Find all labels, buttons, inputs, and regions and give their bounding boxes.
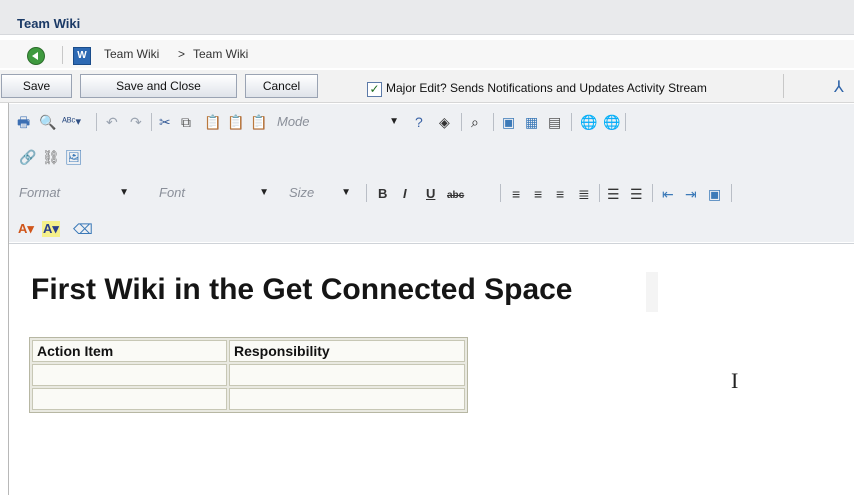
table-cell[interactable] — [32, 364, 227, 386]
find-icon[interactable]: ⌕ — [471, 114, 479, 130]
mode-select-label: Mode — [277, 114, 310, 129]
eraser-icon[interactable]: ⌫ — [73, 221, 93, 237]
indent-icon[interactable]: ⇥ — [685, 186, 697, 202]
divider — [366, 184, 367, 202]
text-cursor-icon: I — [731, 368, 739, 393]
page-heading: First Wiki in the Get Connected Space — [31, 273, 573, 306]
divider — [783, 74, 784, 98]
format-select-label: Format — [19, 185, 61, 200]
preview-icon[interactable]: 🔍 — [39, 114, 56, 130]
font-select[interactable]: Font ▼ — [159, 183, 269, 203]
divider — [62, 46, 63, 64]
paste-text-icon[interactable]: 📋 — [227, 114, 244, 130]
cancel-button[interactable]: Cancel — [245, 74, 318, 98]
chevron-down-icon: ▼ — [259, 187, 269, 198]
app-title: Team Wiki — [17, 16, 81, 31]
justify-icon[interactable]: ≣ — [578, 186, 590, 202]
paste-icon[interactable]: 📋 — [204, 114, 221, 130]
anchor-icon[interactable]: 🔗 — [19, 149, 36, 165]
divider — [461, 113, 462, 131]
title-bar: Team Wiki — [0, 0, 854, 35]
divider — [599, 184, 600, 202]
align-right-icon[interactable]: ≡ — [556, 186, 564, 202]
table-cell[interactable] — [32, 388, 227, 410]
unlink-icon[interactable]: ⛓ — [42, 149, 60, 165]
table-header-row: Action Item Responsibility — [32, 340, 465, 362]
chevron-down-icon: ▼ — [119, 187, 129, 198]
table-header-responsibility[interactable]: Responsibility — [229, 340, 465, 362]
divider — [731, 184, 732, 202]
size-select[interactable]: Size ▼ — [289, 183, 351, 203]
editor-toolbar: 🖶 🔍 ᴬᴮᶜ▾ ↶ ↷ ✂ ⧉ 📋 📋 📋 Mode ▼ ? ◈ ⌕ ▣ ▦ ▤… — [9, 104, 854, 242]
print-icon[interactable]: 🖶 — [17, 114, 30, 130]
background-color-label: A — [43, 221, 53, 236]
image-icon[interactable]: ▣ — [502, 114, 515, 130]
table-row — [32, 388, 465, 410]
save-and-close-button[interactable]: Save and Close — [80, 74, 237, 98]
major-edit-label: Major Edit? Sends Notifications and Upda… — [386, 81, 707, 95]
outdent-icon[interactable]: ⇤ — [662, 186, 674, 202]
insert-template-icon[interactable]: ▣ — [708, 186, 721, 202]
horizontal-rule-icon[interactable]: ▤ — [548, 114, 561, 130]
help-icon[interactable]: ? — [415, 114, 423, 130]
table-icon[interactable]: ▦ — [525, 114, 538, 130]
unlink-icon[interactable]: 🌐 — [603, 114, 620, 130]
divider — [151, 113, 152, 131]
divider — [500, 184, 501, 202]
divider — [493, 113, 494, 131]
divider — [571, 113, 572, 131]
strikethrough-button[interactable]: abc — [447, 188, 464, 204]
italic-button[interactable]: I — [403, 186, 407, 202]
action-table[interactable]: Action Item Responsibility — [29, 337, 468, 413]
wiki-icon: W — [73, 47, 91, 65]
divider — [625, 113, 626, 131]
undo-icon[interactable]: ↶ — [106, 114, 118, 130]
align-center-icon[interactable]: ≡ — [534, 186, 542, 202]
cut-icon[interactable]: ✂ — [159, 114, 171, 130]
background-color-button[interactable]: A▾ — [42, 221, 60, 237]
breadcrumb-root-link[interactable]: Team Wiki — [104, 47, 159, 61]
major-edit-checkbox[interactable]: ✓ — [367, 82, 382, 97]
table-row — [32, 364, 465, 386]
numbered-list-icon[interactable]: ☰ — [607, 186, 620, 202]
chevron-down-icon: ▼ — [389, 116, 399, 127]
save-button[interactable]: Save — [1, 74, 72, 98]
table-header-action-item[interactable]: Action Item — [32, 340, 227, 362]
link-icon[interactable]: 🌐 — [580, 114, 597, 130]
divider — [96, 113, 97, 131]
font-select-label: Font — [159, 185, 186, 200]
table-cell[interactable] — [229, 388, 465, 410]
format-select[interactable]: Format ▼ — [19, 183, 129, 203]
table-cell[interactable] — [229, 364, 465, 386]
text-color-button[interactable]: A▾ — [18, 221, 34, 237]
bulleted-list-icon[interactable]: ☰ — [630, 186, 643, 202]
paste-word-icon[interactable]: 📋 — [250, 114, 267, 130]
caret-highlight — [646, 272, 658, 312]
underline-button[interactable]: U — [426, 186, 435, 202]
mode-select[interactable]: Mode ▼ — [277, 112, 399, 132]
copy-icon[interactable]: ⧉ — [181, 114, 191, 130]
back-icon[interactable] — [27, 47, 45, 65]
person-icon[interactable]: ⅄ — [834, 77, 844, 97]
breadcrumb-current: Team Wiki — [193, 47, 249, 61]
maximize-icon[interactable]: ◈ — [439, 114, 450, 130]
size-select-label: Size — [289, 185, 315, 200]
image-icon[interactable]: 🖼 — [65, 149, 83, 165]
text-color-label: A — [18, 221, 28, 236]
bold-button[interactable]: B — [378, 186, 387, 202]
spellcheck-icon[interactable]: ᴬᴮᶜ▾ — [62, 114, 81, 130]
redo-icon[interactable]: ↷ — [130, 114, 142, 130]
divider — [652, 184, 653, 202]
align-left-icon[interactable]: ≡ — [512, 186, 520, 202]
breadcrumb-separator: > — [178, 47, 186, 61]
chevron-down-icon: ▼ — [341, 187, 351, 198]
